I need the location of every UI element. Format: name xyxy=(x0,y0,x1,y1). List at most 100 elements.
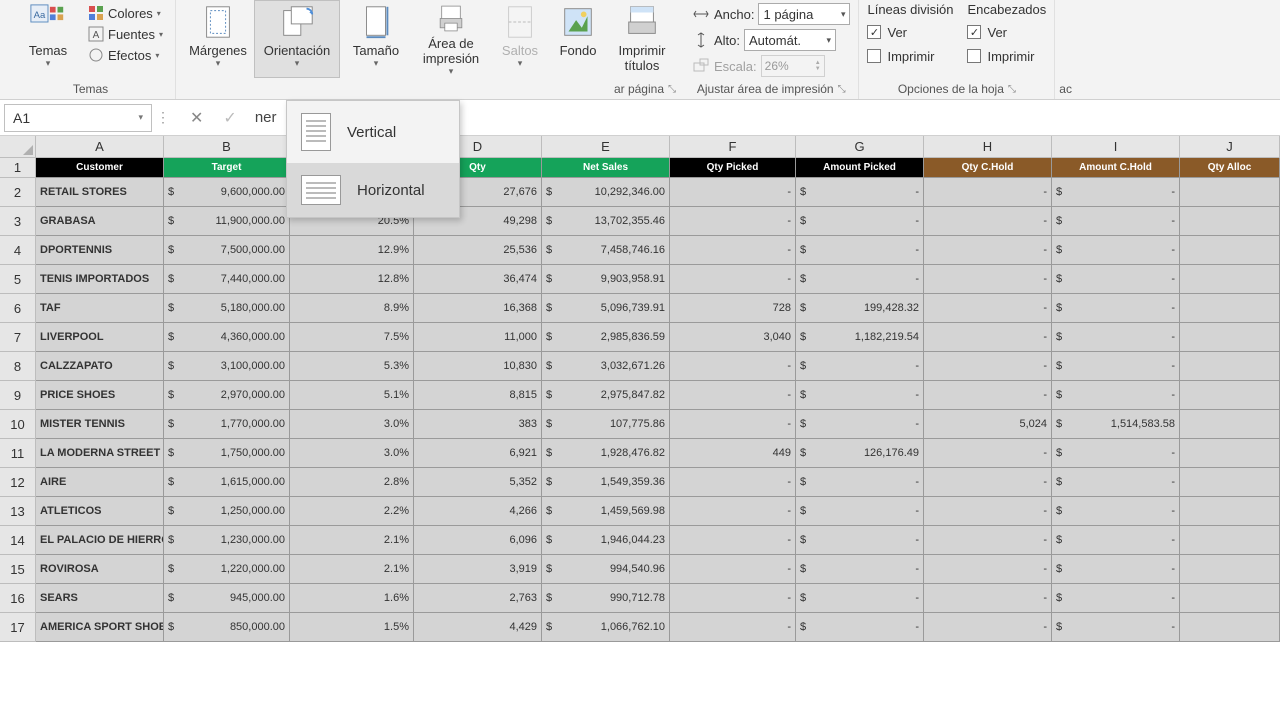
cell[interactable]: - xyxy=(924,526,1052,555)
cell[interactable]: 8,815 xyxy=(414,381,542,410)
row-header-7[interactable]: 7 xyxy=(0,323,36,352)
cell[interactable]: - xyxy=(924,294,1052,323)
cell[interactable]: - xyxy=(670,207,796,236)
cell[interactable]: 10,830 xyxy=(414,352,542,381)
breaks-button[interactable]: Saltos▾ xyxy=(492,0,548,78)
cell[interactable]: $- xyxy=(1052,265,1180,294)
cell[interactable]: $- xyxy=(1052,468,1180,497)
cell[interactable] xyxy=(1180,236,1280,265)
cell[interactable]: ATLETICOS xyxy=(36,497,164,526)
col-header-F[interactable]: F xyxy=(670,136,796,158)
cell[interactable]: EL PALACIO DE HIERRO xyxy=(36,526,164,555)
cell[interactable]: 1.6% xyxy=(290,584,414,613)
header-cell[interactable]: Amount Picked xyxy=(796,158,924,178)
cell[interactable]: SEARS xyxy=(36,584,164,613)
row-header-1[interactable]: 1 xyxy=(0,158,36,178)
row-header-14[interactable]: 14 xyxy=(0,526,36,555)
cell[interactable]: $- xyxy=(1052,207,1180,236)
cell[interactable]: $945,000.00 xyxy=(164,584,290,613)
row-header-2[interactable]: 2 xyxy=(0,178,36,207)
cell[interactable]: $4,360,000.00 xyxy=(164,323,290,352)
cell[interactable]: 3,919 xyxy=(414,555,542,584)
cell[interactable]: - xyxy=(924,468,1052,497)
cell[interactable]: $- xyxy=(1052,497,1180,526)
cell[interactable]: CALZZAPATO xyxy=(36,352,164,381)
cell[interactable]: 3.0% xyxy=(290,439,414,468)
sheet-options-dialog-launcher[interactable]: ⤡ xyxy=(1008,84,1016,95)
cell[interactable]: $1,750,000.00 xyxy=(164,439,290,468)
cell[interactable] xyxy=(1180,178,1280,207)
cell[interactable]: $9,903,958.91 xyxy=(542,265,670,294)
cell[interactable]: - xyxy=(924,178,1052,207)
header-cell[interactable]: Amount C.Hold xyxy=(1052,158,1180,178)
cell[interactable]: $1,459,569.98 xyxy=(542,497,670,526)
cell[interactable]: $- xyxy=(796,584,924,613)
cell[interactable]: $1,946,044.23 xyxy=(542,526,670,555)
cell[interactable]: $- xyxy=(796,381,924,410)
cell[interactable]: $199,428.32 xyxy=(796,294,924,323)
cell[interactable]: $- xyxy=(796,178,924,207)
cell[interactable]: 449 xyxy=(670,439,796,468)
row-header-12[interactable]: 12 xyxy=(0,468,36,497)
cell[interactable]: 12.9% xyxy=(290,236,414,265)
cell[interactable]: $850,000.00 xyxy=(164,613,290,642)
cell[interactable]: $- xyxy=(796,468,924,497)
cell[interactable]: MISTER TENNIS xyxy=(36,410,164,439)
cell[interactable]: - xyxy=(924,323,1052,352)
cell[interactable]: $1,182,219.54 xyxy=(796,323,924,352)
header-cell[interactable]: Net Sales xyxy=(542,158,670,178)
cell[interactable]: $1,230,000.00 xyxy=(164,526,290,555)
cell[interactable]: $- xyxy=(796,526,924,555)
cell[interactable]: - xyxy=(924,613,1052,642)
cell[interactable]: $- xyxy=(796,613,924,642)
cell[interactable]: $- xyxy=(796,265,924,294)
row-header-13[interactable]: 13 xyxy=(0,497,36,526)
cell[interactable]: - xyxy=(670,352,796,381)
orientation-horizontal[interactable]: Horizontal xyxy=(287,163,459,217)
header-cell[interactable]: Target xyxy=(164,158,290,178)
formula-text[interactable]: ner xyxy=(247,109,277,126)
cell[interactable]: 8.9% xyxy=(290,294,414,323)
cell[interactable]: $7,458,746.16 xyxy=(542,236,670,265)
cell[interactable]: 12.8% xyxy=(290,265,414,294)
col-header-H[interactable]: H xyxy=(924,136,1052,158)
print-titles-button[interactable]: Imprimir títulos xyxy=(608,0,676,78)
cell[interactable]: GRABASA xyxy=(36,207,164,236)
cell[interactable]: 5.1% xyxy=(290,381,414,410)
cell[interactable]: - xyxy=(670,497,796,526)
cell[interactable]: $1,514,583.58 xyxy=(1052,410,1180,439)
cell[interactable]: 6,921 xyxy=(414,439,542,468)
cell[interactable] xyxy=(1180,497,1280,526)
row-header-11[interactable]: 11 xyxy=(0,439,36,468)
fonts-button[interactable]: A Fuentes▾ xyxy=(84,25,167,43)
cell[interactable] xyxy=(1180,584,1280,613)
row-header-15[interactable]: 15 xyxy=(0,555,36,584)
cell[interactable]: 36,474 xyxy=(414,265,542,294)
cell[interactable]: - xyxy=(924,439,1052,468)
cell[interactable]: $11,900,000.00 xyxy=(164,207,290,236)
width-dropdown[interactable]: 1 página▾ xyxy=(758,3,850,25)
cell[interactable]: $107,775.86 xyxy=(542,410,670,439)
cell[interactable] xyxy=(1180,439,1280,468)
header-cell[interactable]: Qty Alloc xyxy=(1180,158,1280,178)
cell[interactable]: $10,292,346.00 xyxy=(542,178,670,207)
cell[interactable] xyxy=(1180,323,1280,352)
cell[interactable]: $- xyxy=(1052,352,1180,381)
cell[interactable]: 5.3% xyxy=(290,352,414,381)
row-header-8[interactable]: 8 xyxy=(0,352,36,381)
page-setup-dialog-launcher[interactable]: ⤡ xyxy=(668,84,676,95)
cell[interactable]: 2.2% xyxy=(290,497,414,526)
cell[interactable]: $1,770,000.00 xyxy=(164,410,290,439)
cell[interactable]: - xyxy=(924,381,1052,410)
gridlines-view-checkbox[interactable]: ✓Ver xyxy=(867,21,953,43)
cell[interactable]: $- xyxy=(1052,236,1180,265)
cell[interactable]: 11,000 xyxy=(414,323,542,352)
cell[interactable]: $- xyxy=(1052,526,1180,555)
cell[interactable]: LIVERPOOL xyxy=(36,323,164,352)
row-header-9[interactable]: 9 xyxy=(0,381,36,410)
cell[interactable]: $5,096,739.91 xyxy=(542,294,670,323)
cell[interactable]: DPORTENNIS xyxy=(36,236,164,265)
cell[interactable]: PRICE SHOES xyxy=(36,381,164,410)
cell[interactable]: $990,712.78 xyxy=(542,584,670,613)
name-box[interactable]: A1▾ xyxy=(4,104,152,132)
